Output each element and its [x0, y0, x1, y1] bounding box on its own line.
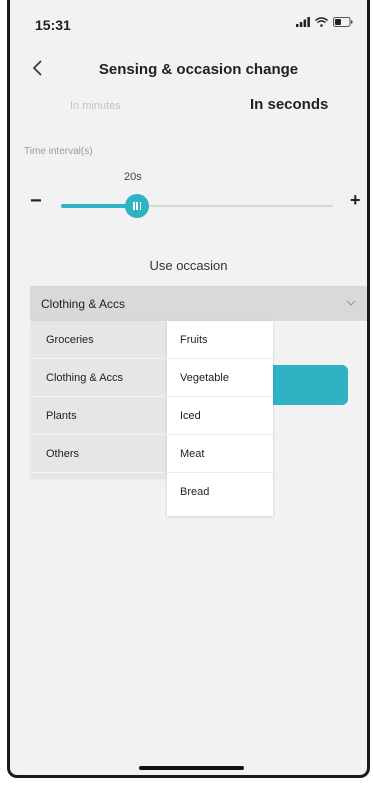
status-time: 15:31 — [35, 17, 71, 33]
phone-screen: 15:31 Sensing & occasion change In minut… — [7, 0, 370, 778]
subcategory-option[interactable]: Fruits — [167, 321, 273, 359]
interval-slider-thumb[interactable] — [125, 194, 149, 218]
category-option[interactable]: Others — [31, 435, 167, 473]
confirm-button[interactable] — [268, 365, 348, 405]
subcategory-option[interactable]: Iced — [167, 397, 273, 435]
home-indicator[interactable] — [139, 766, 244, 770]
subcategory-option[interactable]: Vegetable — [167, 359, 273, 397]
status-bar: 15:31 — [10, 0, 367, 42]
decrease-button[interactable]: − — [30, 190, 42, 213]
battery-icon — [333, 17, 353, 27]
category-option[interactable]: Groceries — [31, 321, 167, 359]
grip-icon — [133, 202, 141, 210]
wifi-icon — [315, 17, 328, 27]
category-option[interactable]: Plants — [31, 397, 167, 435]
slider-value-label: 20s — [124, 171, 142, 183]
increase-button[interactable]: + — [350, 190, 361, 211]
status-icons — [296, 17, 353, 27]
occasion-selected-value: Clothing & Accs — [41, 297, 126, 311]
subcategory-option[interactable]: Meat — [167, 435, 273, 473]
nav-bar: Sensing & occasion change — [10, 52, 367, 88]
interval-mode-tabs: In minutes In seconds — [10, 95, 367, 121]
use-occasion-label: Use occasion — [149, 258, 228, 273]
tab-in-seconds[interactable]: In seconds — [250, 96, 328, 113]
occasion-select[interactable]: Clothing & Accs — [30, 286, 367, 321]
chevron-down-icon — [346, 300, 356, 306]
subcategory-option[interactable]: Bread — [167, 473, 273, 511]
category-option[interactable]: Clothing & Accs — [31, 359, 167, 397]
time-interval-label: Time interval(s) — [24, 146, 93, 157]
tab-in-minutes[interactable]: In minutes — [70, 100, 121, 112]
page-title: Sensing & occasion change — [98, 61, 299, 78]
category-column: Groceries Clothing & Accs Plants Others — [31, 321, 167, 478]
occasion-dropdown: Groceries Clothing & Accs Plants Others … — [31, 321, 273, 516]
interval-slider-track[interactable] — [61, 204, 333, 208]
signal-icon — [296, 17, 310, 27]
subcategory-column: Fruits Vegetable Iced Meat Bread — [167, 321, 273, 516]
